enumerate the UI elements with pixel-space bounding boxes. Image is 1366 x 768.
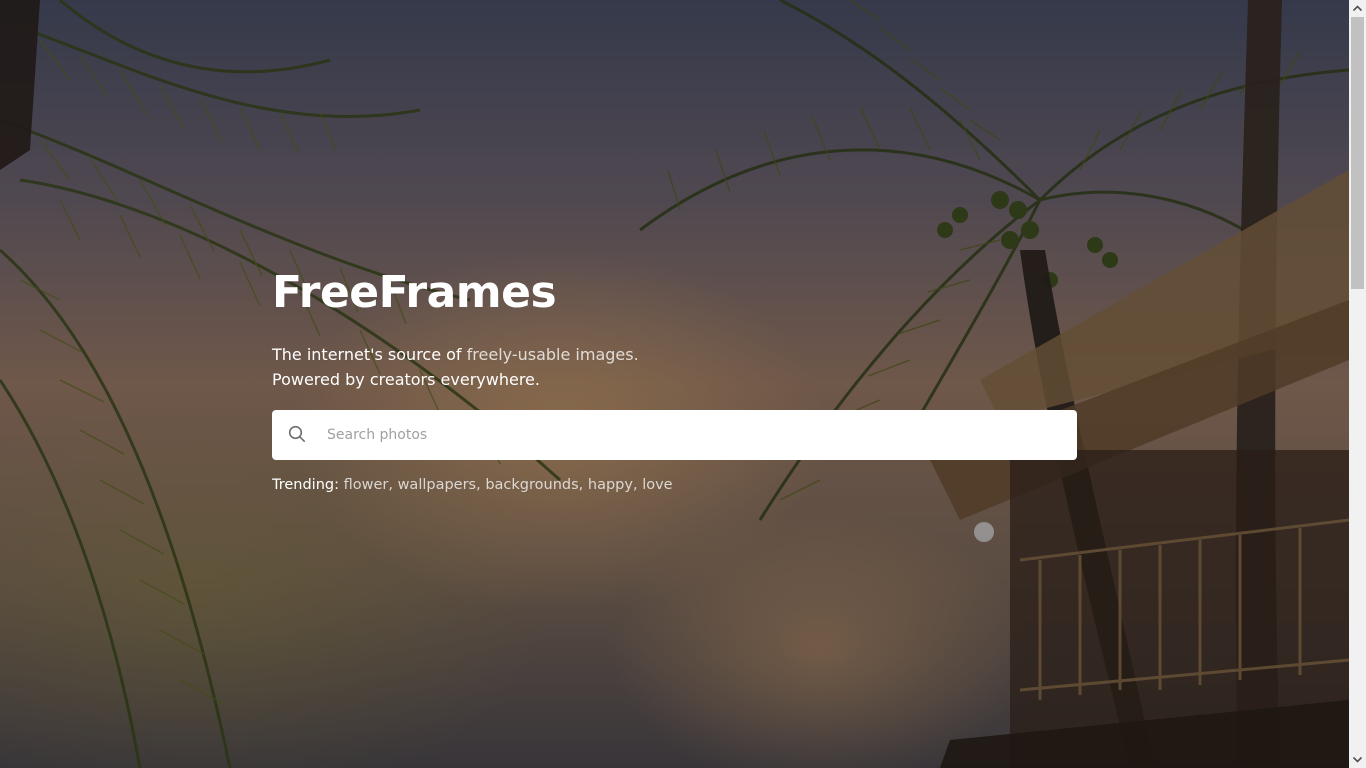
- trending-searches: Trending: flower, wallpapers, background…: [272, 477, 673, 493]
- trending-link-backgrounds[interactable]: backgrounds: [485, 477, 578, 493]
- trending-label: Trending:: [272, 477, 339, 493]
- vertical-scrollbar[interactable]: [1349, 0, 1366, 768]
- tagline-text: The internet's source of: [272, 345, 467, 364]
- search-input[interactable]: [318, 410, 1067, 460]
- hero-content: FreeFrames The internet's source of free…: [272, 262, 1077, 493]
- trending-link-flower[interactable]: flower: [344, 477, 389, 493]
- page: FreeFrames The internet's source of free…: [0, 0, 1366, 768]
- scrollbar-thumb[interactable]: [1351, 17, 1364, 289]
- hero-tagline: The internet's source of freely-usable i…: [272, 342, 1077, 392]
- search-icon[interactable]: [288, 425, 306, 443]
- trending-link-happy[interactable]: happy: [588, 477, 633, 493]
- trending-link-wallpapers[interactable]: wallpapers: [398, 477, 477, 493]
- site-title: FreeFrames: [272, 267, 557, 318]
- tagline-highlight: freely-usable images.: [466, 345, 639, 364]
- tagline-second-line: Powered by creators everywhere.: [272, 370, 540, 389]
- search-bar: [272, 410, 1077, 460]
- scroll-up-arrow-icon[interactable]: [1349, 0, 1366, 17]
- scroll-down-arrow-icon[interactable]: [1349, 751, 1366, 768]
- trending-link-love[interactable]: love: [642, 477, 672, 493]
